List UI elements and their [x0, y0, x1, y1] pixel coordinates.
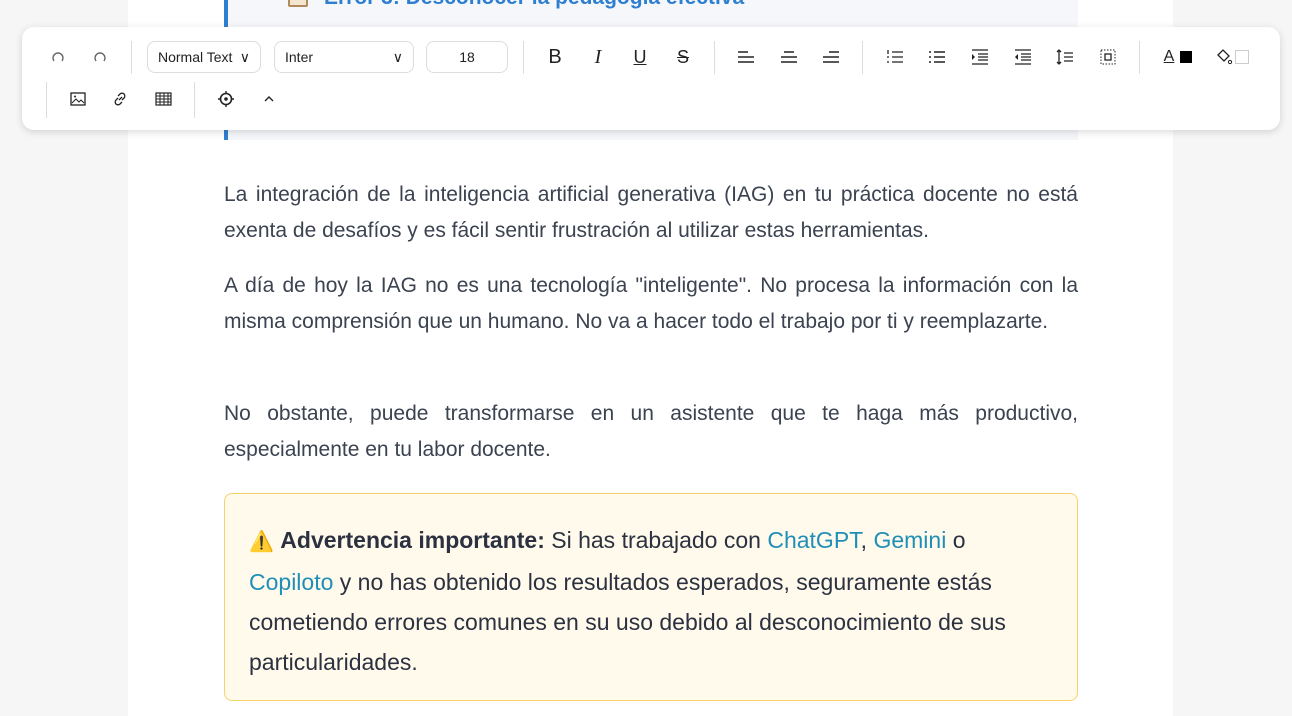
callout-text: Si has trabajado con	[544, 527, 768, 553]
align-right-icon	[823, 51, 839, 63]
align-center-icon	[781, 51, 797, 63]
underline-button[interactable]: U	[625, 42, 655, 72]
block-type-select[interactable]: Normal Text ∨	[147, 41, 261, 73]
line-height-icon	[1056, 49, 1073, 65]
italic-icon: I	[594, 45, 602, 68]
redo-icon	[94, 52, 106, 62]
callout-text: o	[946, 527, 966, 553]
checklist-item-text: Error 3: Desconocer la pedagogía efectiv…	[324, 0, 744, 10]
copiloto-link[interactable]: Copiloto	[249, 569, 333, 595]
ordered-list-icon	[887, 50, 903, 63]
chevron-up-icon	[264, 96, 274, 102]
block-type-value: Normal Text	[158, 49, 233, 65]
insert-image-button[interactable]	[63, 84, 93, 114]
gemini-link[interactable]: Gemini	[873, 527, 946, 553]
indent-button[interactable]	[965, 42, 995, 72]
ordered-list-button[interactable]	[880, 42, 910, 72]
warning-icon: ⚠️	[249, 531, 274, 553]
highlight-color-button[interactable]	[1212, 42, 1252, 72]
outdent-icon	[1015, 49, 1031, 65]
font-size-input[interactable]: 18	[426, 41, 508, 73]
divider	[714, 41, 715, 74]
align-center-button[interactable]	[774, 42, 804, 72]
line-height-button[interactable]	[1050, 42, 1080, 72]
strikethrough-button[interactable]: S	[668, 42, 698, 72]
bullet-list-button[interactable]	[922, 42, 952, 72]
bold-button[interactable]: B	[540, 42, 570, 72]
checklist-item: Error 3: Desconocer la pedagogía efectiv…	[288, 0, 744, 10]
paragraph: La integración de la inteligencia artifi…	[224, 183, 1078, 242]
indent-icon	[972, 49, 988, 65]
divider	[523, 41, 524, 74]
insert-table-button[interactable]	[148, 84, 178, 114]
text-color-icon: A	[1163, 48, 1175, 65]
chatgpt-link[interactable]: ChatGPT	[767, 527, 860, 553]
undo-icon	[52, 52, 64, 62]
font-family-value: Inter	[285, 49, 314, 65]
chevron-down-icon: ∨	[392, 48, 403, 65]
collapse-toolbar-button[interactable]	[254, 84, 284, 114]
strikethrough-icon: S	[676, 46, 689, 67]
checkbox[interactable]	[288, 0, 308, 7]
paint-bucket-icon	[1217, 49, 1233, 65]
divider	[194, 82, 195, 118]
table-icon	[154, 92, 172, 106]
divider	[1139, 41, 1140, 74]
link-icon	[114, 92, 126, 106]
editor-toolbar: Normal Text ∨ Inter ∨ 18 B I U S A	[22, 27, 1280, 130]
bold-icon: B	[548, 45, 562, 68]
warning-callout: ⚠️ Advertencia importante: Si has trabaj…	[224, 493, 1078, 701]
undo-button[interactable]	[43, 42, 73, 72]
padding-button[interactable]	[1093, 42, 1123, 72]
underline-icon: U	[633, 46, 647, 67]
callout-text: ,	[860, 527, 874, 553]
font-size-value: 18	[459, 49, 475, 65]
highlight-color-swatch	[1235, 50, 1249, 64]
insert-link-button[interactable]	[105, 84, 135, 114]
paragraph: No obstante, puede transformarse en un a…	[224, 402, 1078, 461]
padding-icon	[1100, 49, 1116, 65]
align-left-button[interactable]	[731, 42, 761, 72]
italic-button[interactable]: I	[583, 42, 613, 72]
chevron-down-icon: ∨	[239, 48, 250, 65]
redo-button[interactable]	[85, 42, 115, 72]
bullet-list-icon	[929, 51, 945, 63]
divider	[862, 41, 863, 74]
image-icon	[70, 92, 86, 106]
callout-title: Advertencia importante:	[280, 527, 545, 553]
divider	[46, 82, 47, 118]
outdent-button[interactable]	[1008, 42, 1038, 72]
text-color-swatch	[1180, 51, 1193, 63]
divider	[131, 41, 132, 74]
focus-button[interactable]	[211, 84, 241, 114]
align-left-icon	[738, 51, 754, 63]
align-right-button[interactable]	[816, 42, 846, 72]
paragraph: A día de hoy la IAG no es una tecnología…	[224, 274, 1078, 333]
text-color-button[interactable]: A	[1158, 42, 1198, 72]
callout-text: y no has obtenido los resultados esperad…	[249, 569, 1006, 675]
target-icon	[218, 91, 234, 107]
font-family-select[interactable]: Inter ∨	[274, 41, 414, 73]
